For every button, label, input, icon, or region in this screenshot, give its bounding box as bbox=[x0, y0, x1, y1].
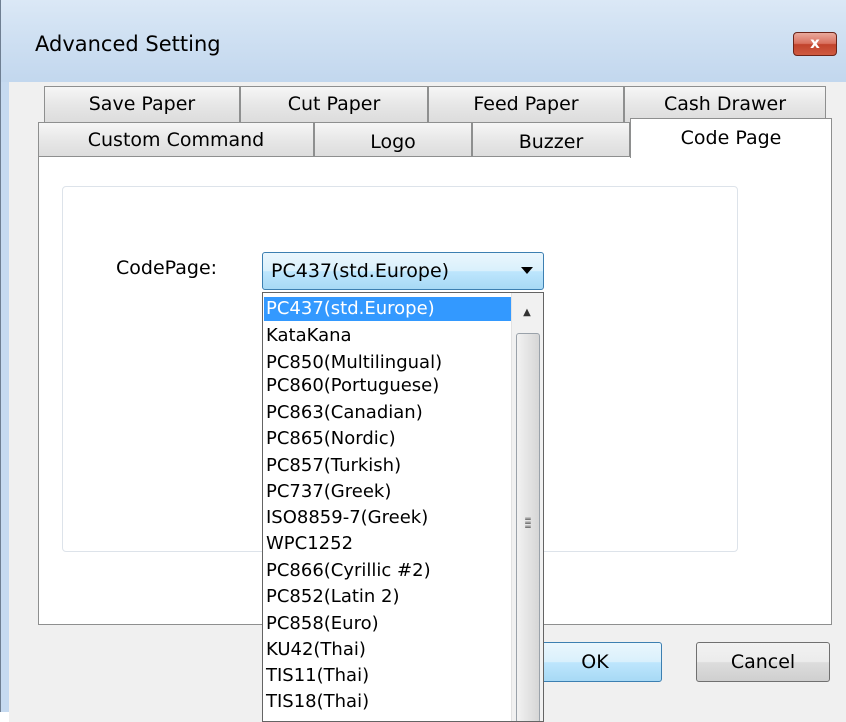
codepage-label: CodePage: bbox=[116, 257, 218, 279]
dropdown-option[interactable]: PC852(Latin 2) bbox=[264, 585, 512, 609]
scrollbar-thumb[interactable]: ═ ═ ═ bbox=[516, 333, 540, 721]
tab-cash-drawer[interactable]: Cash Drawer bbox=[624, 86, 826, 122]
window-title: Advanced Setting bbox=[35, 32, 221, 56]
tab-save-paper[interactable]: Save Paper bbox=[44, 86, 240, 122]
tab-label: Cash Drawer bbox=[663, 93, 786, 115]
tab-label: Custom Command bbox=[87, 129, 265, 151]
codepage-combobox[interactable]: PC437(std.Europe) bbox=[262, 252, 544, 290]
dropdown-option[interactable]: KU42(Thai) bbox=[264, 638, 512, 662]
title-bar[interactable]: Advanced Setting x bbox=[1, 0, 846, 82]
dropdown-option[interactable]: PC857(Turkish) bbox=[264, 454, 512, 478]
scroll-up-arrow-icon[interactable]: ▲ bbox=[515, 299, 539, 327]
ok-button[interactable]: OK bbox=[528, 642, 662, 682]
tab-label: Logo bbox=[370, 131, 416, 153]
tab-label: Save Paper bbox=[88, 93, 196, 115]
tab-buzzer[interactable]: Buzzer bbox=[472, 122, 630, 158]
grip-icon: ═ ═ ═ bbox=[525, 515, 531, 533]
tab-label: Cut Paper bbox=[287, 93, 381, 115]
dropdown-option[interactable]: PC863(Canadian) bbox=[264, 401, 512, 425]
codepage-selected-value: PC437(std.Europe) bbox=[271, 260, 450, 282]
dropdown-option[interactable]: ISO8859-7(Greek) bbox=[264, 506, 512, 530]
tab-code-page[interactable]: Code Page bbox=[630, 118, 832, 158]
cancel-button[interactable]: Cancel bbox=[696, 642, 830, 682]
tab-feed-paper[interactable]: Feed Paper bbox=[428, 86, 624, 122]
tab-logo[interactable]: Logo bbox=[314, 122, 472, 158]
chevron-down-icon bbox=[521, 267, 533, 274]
dropdown-option[interactable]: PC865(Nordic) bbox=[264, 427, 512, 451]
dropdown-scrollbar[interactable]: ▲ ═ ═ ═ bbox=[511, 293, 543, 721]
dropdown-option[interactable]: TIS11(Thai) bbox=[264, 664, 512, 688]
dropdown-option[interactable]: PC860(Portuguese) bbox=[264, 374, 512, 398]
dropdown-option[interactable]: PC850(Multilingual) bbox=[264, 351, 512, 375]
dropdown-option[interactable]: PC866(Cyrillic #2) bbox=[264, 559, 512, 583]
dropdown-option[interactable]: PC437(std.Europe) bbox=[264, 297, 512, 321]
tab-cut-paper[interactable]: Cut Paper bbox=[240, 86, 428, 122]
tab-label: Buzzer bbox=[518, 131, 584, 153]
dropdown-option[interactable]: WPC1252 bbox=[264, 532, 512, 556]
codepage-dropdown-list[interactable]: PC437(std.Europe) KataKana PC850(Multili… bbox=[262, 292, 544, 722]
close-icon: x bbox=[810, 34, 820, 52]
dropdown-option[interactable]: PC737(Greek) bbox=[264, 480, 512, 504]
tab-label: Feed Paper bbox=[473, 93, 579, 115]
dropdown-option[interactable]: KataKana bbox=[264, 324, 512, 348]
tab-label: Code Page bbox=[680, 127, 782, 149]
dropdown-option[interactable]: TIS18(Thai) bbox=[264, 690, 512, 714]
dropdown-option[interactable]: PC858(Euro) bbox=[264, 612, 512, 636]
tab-custom-command[interactable]: Custom Command bbox=[38, 122, 314, 158]
close-button[interactable]: x bbox=[793, 32, 837, 56]
